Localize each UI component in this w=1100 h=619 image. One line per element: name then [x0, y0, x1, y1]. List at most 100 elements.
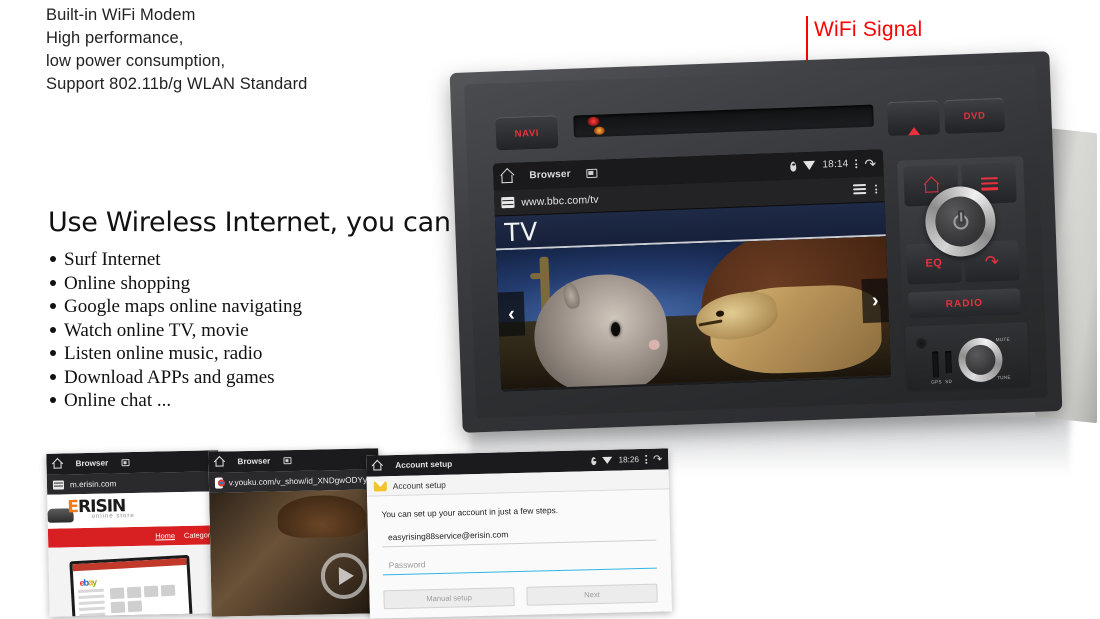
list-item-label: Listen online music, radio: [64, 343, 263, 364]
url-input[interactable]: m.erisin.com: [70, 479, 117, 489]
app-title: Browser: [529, 168, 572, 182]
manual-setup-button[interactable]: Manual setup: [383, 587, 515, 610]
navi-button[interactable]: NAVI: [495, 115, 559, 151]
ebay-banner: [72, 557, 187, 572]
home-icon[interactable]: [52, 459, 62, 468]
page-icon: [52, 479, 65, 490]
unit-faceplate: NAVI DVD Browser 18:14 ↷ www.bbc.com/tv …: [464, 63, 1048, 419]
intro-line: Built-in WiFi Modem: [46, 6, 196, 24]
bullet-icon: [50, 279, 56, 286]
app-title: Account setup: [395, 459, 453, 471]
back-icon[interactable]: ↷: [864, 155, 876, 171]
erisin-page-body: ebay: [48, 544, 222, 617]
navi-button-label: NAVI: [514, 127, 540, 140]
erisin-site-header: ERISIN online store: [47, 491, 220, 529]
eject-icon: [907, 109, 921, 135]
eject-button[interactable]: [886, 100, 941, 137]
email-icon: [373, 480, 387, 492]
power-icon: [952, 213, 969, 230]
aux-jack[interactable]: [915, 337, 928, 350]
list-item-label: Online shopping: [64, 272, 191, 294]
disc-slot[interactable]: [573, 104, 874, 138]
wifi-icon: [803, 160, 816, 171]
next-button[interactable]: Next: [526, 583, 658, 606]
radio-button-label: RADIO: [945, 297, 984, 310]
bbc-tv-heading-label: TV: [503, 216, 539, 247]
sd-slot-label: SD: [945, 378, 953, 385]
erisin-logo-first: E: [67, 497, 79, 518]
thumbnail-account-setup[interactable]: Account setup 18:26 ↷ Account setup You …: [366, 448, 672, 619]
carousel-prev-button[interactable]: ‹: [497, 291, 526, 337]
password-field[interactable]: Password: [382, 553, 657, 576]
video-player[interactable]: [209, 489, 382, 617]
list-item-label: Watch online TV, movie: [64, 319, 249, 341]
account-setup-header-label: Account setup: [392, 479, 446, 491]
ebay-logo: ebay: [79, 577, 97, 588]
video-subject-hair: [277, 494, 367, 539]
snake-mouth: [698, 320, 723, 327]
overflow-menu-icon[interactable]: [855, 159, 858, 169]
email-field[interactable]: easyrising88service@erisin.com: [381, 525, 657, 548]
tune-label: TUNE: [997, 374, 1011, 381]
snake-subject: [692, 283, 883, 377]
list-item-label: Surf Internet: [64, 249, 161, 270]
url-bar-actions: [852, 183, 878, 196]
list-item-label: Google maps online navigating: [64, 296, 302, 317]
page-icon: [501, 196, 515, 209]
back-icon[interactable]: ↷: [653, 452, 663, 465]
cactus-arm: [529, 272, 542, 279]
touchscreen-display[interactable]: Browser 18:14 ↷ www.bbc.com/tv TV ‹ ›: [492, 149, 892, 392]
url-input[interactable]: v.youku.com/v_show/id_XNDgwODYyN: [229, 475, 373, 487]
mouse-eye: [610, 321, 621, 337]
intro-text-block: Built-in WiFi Modem High performance, lo…: [46, 4, 307, 96]
tabs-icon[interactable]: [121, 459, 130, 467]
ebay-screenshot: ebay: [69, 554, 194, 617]
list-item-label: Download APPs and games: [64, 366, 275, 388]
dvd-button[interactable]: DVD: [943, 97, 1006, 134]
home-icon[interactable]: [500, 170, 513, 182]
bookmarks-icon[interactable]: [852, 183, 867, 195]
app-title: Browser: [237, 456, 271, 467]
intro-line: High performance,: [46, 29, 184, 47]
feature-list: Surf Internet Online shopping Google map…: [50, 248, 302, 413]
home-icon[interactable]: [372, 461, 382, 470]
account-setup-lead-text: You can set up your account in just a fe…: [381, 505, 559, 520]
list-item: Google maps online navigating: [50, 295, 302, 319]
nav-link-home[interactable]: Home: [155, 531, 175, 540]
list-item: Listen online music, radio: [50, 342, 302, 366]
list-item: Watch online TV, movie: [50, 319, 302, 343]
sd-card-slot[interactable]: [945, 350, 952, 374]
status-bar-right: 18:26 ↷: [591, 452, 662, 467]
back-icon: ↷: [984, 251, 1000, 272]
menu-icon: [980, 176, 998, 191]
erisin-tagline: online store: [91, 512, 135, 520]
bullet-icon: [50, 397, 56, 403]
led-indicator-red: [587, 116, 600, 127]
bbc-hero-photo: ‹ ›: [496, 236, 891, 390]
list-item: Online chat ...: [50, 389, 302, 413]
page-title: Use Wireless Internet, you can: [48, 207, 451, 238]
account-setup-actions: Manual setup Next: [383, 583, 658, 610]
list-item: Surf Internet: [50, 248, 302, 272]
thumbnail-browser-youku[interactable]: Browser v.youku.com/v_show/id_XNDgwODYyN: [208, 448, 382, 617]
home-icon[interactable]: [214, 457, 224, 466]
gps-card-slot[interactable]: [932, 351, 940, 378]
clock: 18:14: [822, 158, 849, 171]
clock: 18:26: [618, 455, 640, 465]
page-icon: [214, 477, 223, 489]
intro-line: low power consumption,: [46, 52, 226, 70]
radio-button[interactable]: RADIO: [907, 288, 1021, 319]
bullet-icon: [50, 350, 56, 356]
status-bar-right: 18:14 ↷: [790, 155, 876, 173]
account-setup-form: You can set up your account in just a fe…: [367, 489, 672, 619]
tabs-icon[interactable]: [283, 457, 292, 465]
mouse-nose: [648, 339, 660, 351]
location-pin-icon: [591, 456, 597, 465]
carousel-next-button[interactable]: ›: [861, 278, 890, 324]
thumbnail-browser-erisin[interactable]: Browser m.erisin.com ERISIN online store…: [46, 450, 222, 617]
tabs-icon[interactable]: [586, 168, 598, 179]
overflow-menu-icon[interactable]: [874, 184, 878, 194]
led-indicator-amber: [593, 126, 605, 135]
overflow-menu-icon[interactable]: [644, 454, 648, 464]
url-input[interactable]: www.bbc.com/tv: [521, 193, 599, 208]
